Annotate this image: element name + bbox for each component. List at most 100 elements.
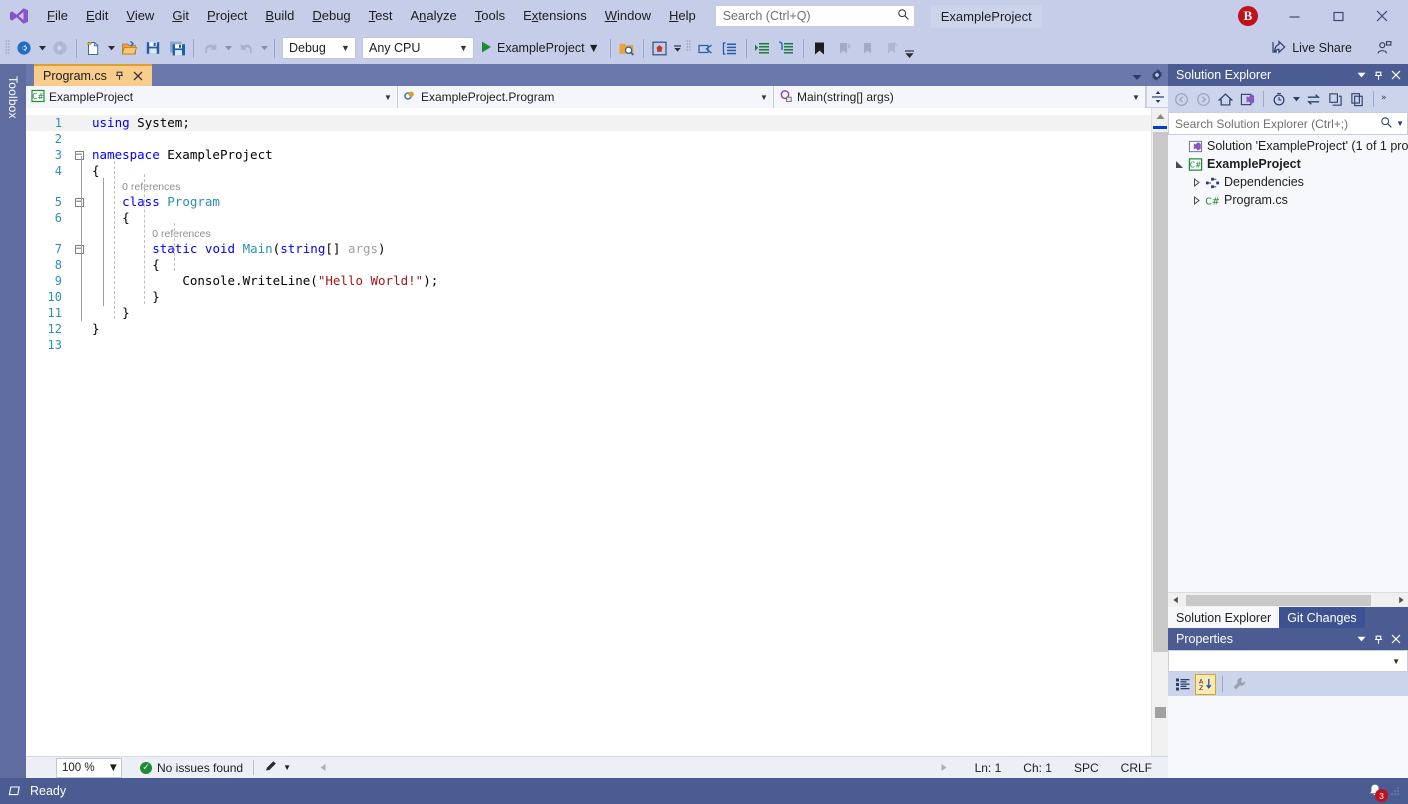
code-line[interactable]: 7−static void Main(string[] args) <box>26 241 1151 257</box>
properties-object-combo[interactable]: ▼ <box>1168 650 1408 672</box>
menu-item-debug[interactable]: Debug <box>303 4 359 28</box>
window-maximize-button[interactable] <box>1316 1 1360 31</box>
live-share-button[interactable]: Live Share <box>1265 36 1358 60</box>
scrollbar-thumb[interactable] <box>1186 595 1371 606</box>
indentation-mode-indicator[interactable]: SPC <box>1063 761 1110 775</box>
tree-item[interactable]: Dependencies <box>1168 173 1408 191</box>
menu-item-edit[interactable]: Edit <box>77 4 117 28</box>
pin-icon[interactable] <box>1370 66 1387 84</box>
fold-box[interactable]: − <box>75 151 84 160</box>
properties-grid[interactable] <box>1168 696 1408 778</box>
code-text-area[interactable]: 1using System;23−namespace ExampleProjec… <box>26 108 1151 756</box>
menu-item-file[interactable]: File <box>38 4 77 28</box>
navigate-back-icon[interactable] <box>12 36 36 60</box>
code-line[interactable]: 3−namespace ExampleProject <box>26 147 1151 163</box>
code-line[interactable]: 2 <box>26 131 1151 147</box>
pin-icon[interactable] <box>113 69 126 84</box>
toolbar-overflow-icon[interactable] <box>904 49 916 64</box>
solution-explorer-search-input[interactable]: Search Solution Explorer (Ctrl+;) ▼ <box>1168 112 1408 135</box>
save-icon[interactable] <box>141 36 165 60</box>
home-icon[interactable] <box>1215 89 1236 110</box>
window-minimize-button[interactable] <box>1272 1 1316 31</box>
scrollbar-thumb[interactable] <box>1153 132 1168 652</box>
property-pages-wrench-icon[interactable] <box>1229 674 1250 695</box>
decrease-indent-icon[interactable] <box>775 36 799 60</box>
code-line[interactable]: 4{ <box>26 163 1151 179</box>
tree-item[interactable]: Solution 'ExampleProject' (1 of 1 proj <box>1168 137 1408 155</box>
solution-explorer-home-icon[interactable] <box>648 36 672 60</box>
save-all-icon[interactable] <box>165 36 189 60</box>
menu-item-help[interactable]: Help <box>660 4 705 28</box>
tree-item[interactable]: C#Program.cs <box>1168 191 1408 209</box>
scroll-right-icon[interactable] <box>1393 593 1408 608</box>
pin-icon[interactable] <box>1370 630 1387 648</box>
menu-item-extensions[interactable]: Extensions <box>514 4 596 28</box>
close-icon[interactable] <box>1387 630 1404 648</box>
codelens-references[interactable]: 0 references <box>26 179 1151 194</box>
toggle-bookmark-icon[interactable] <box>808 36 832 60</box>
overflow-icon[interactable]: » <box>1379 89 1391 110</box>
navigate-back-dropdown[interactable] <box>36 46 48 51</box>
redo-icon[interactable] <box>234 36 258 60</box>
navigate-forward-icon[interactable] <box>48 36 72 60</box>
code-line[interactable]: 1using System; <box>26 115 1151 131</box>
find-in-files-icon[interactable] <box>615 36 639 60</box>
solution-configuration-combo[interactable]: Debug ▼ <box>282 37 356 59</box>
navbar-type-dropdown[interactable]: ExampleProject.Program ▼ <box>398 86 774 108</box>
split-view-icon[interactable] <box>1146 86 1168 107</box>
chevron-down-icon[interactable] <box>1353 66 1370 84</box>
start-debug-button[interactable]: ExampleProject ▼ <box>477 36 606 60</box>
undo-dropdown[interactable] <box>222 46 234 51</box>
scroll-right-icon[interactable] <box>939 761 948 775</box>
send-feedback-icon[interactable] <box>1372 36 1396 60</box>
navbar-member-dropdown[interactable]: Main(string[] args) ▼ <box>774 86 1146 108</box>
toolbar-grip[interactable] <box>684 38 694 58</box>
document-tab-program-cs[interactable]: Program.cs <box>34 64 152 86</box>
alphabetical-sort-icon[interactable]: A Z <box>1195 674 1216 695</box>
gear-icon[interactable] <box>1150 68 1164 85</box>
scroll-left-icon[interactable] <box>319 761 328 775</box>
codelens-references[interactable]: 0 references <box>26 226 1151 241</box>
new-file-icon[interactable] <box>81 36 105 60</box>
editor-vertical-scrollbar[interactable] <box>1151 108 1168 756</box>
fold-collapse-icon[interactable]: − <box>70 245 88 254</box>
categorized-view-icon[interactable] <box>1172 674 1193 695</box>
menu-item-git[interactable]: Git <box>163 4 198 28</box>
close-icon[interactable] <box>132 69 145 84</box>
sync-with-active-document-icon[interactable] <box>1303 89 1324 110</box>
fold-box[interactable]: − <box>75 245 84 254</box>
menu-item-tools[interactable]: Tools <box>466 4 514 28</box>
chevron-down-icon[interactable] <box>1132 70 1142 84</box>
solution-explorer-home-dropdown[interactable] <box>672 43 684 53</box>
scrollbar-track[interactable] <box>1183 593 1393 608</box>
fold-box[interactable]: − <box>75 198 84 207</box>
menu-item-analyze[interactable]: Analyze <box>402 4 466 28</box>
expander-collapsed-icon[interactable] <box>1189 196 1203 205</box>
code-line[interactable]: 11} <box>26 305 1151 321</box>
next-bookmark-icon[interactable] <box>856 36 880 60</box>
clear-bookmarks-icon[interactable] <box>880 36 904 60</box>
resize-grip-icon[interactable] <box>1388 784 1402 798</box>
fold-collapse-icon[interactable]: − <box>70 151 88 160</box>
menu-item-build[interactable]: Build <box>256 4 303 28</box>
collapse-to-definitions-icon[interactable] <box>694 36 718 60</box>
code-line[interactable]: 8{ <box>26 257 1151 273</box>
new-file-dropdown[interactable] <box>105 46 117 51</box>
show-all-files-icon[interactable] <box>1347 89 1368 110</box>
collapse-all-icon[interactable] <box>1325 89 1346 110</box>
search-options-dropdown[interactable]: ▼ <box>1393 119 1404 128</box>
open-file-icon[interactable] <box>117 36 141 60</box>
code-line[interactable]: 13 <box>26 337 1151 353</box>
toolbox-rail[interactable]: Toolbox <box>0 64 26 778</box>
dock-tab-git-changes[interactable]: Git Changes <box>1279 607 1364 628</box>
code-line[interactable]: 5−class Program <box>26 194 1151 210</box>
dock-tab-solution-explorer[interactable]: Solution Explorer <box>1168 607 1279 628</box>
menu-item-project[interactable]: Project <box>198 4 256 28</box>
toolbar-grip[interactable] <box>2 38 12 58</box>
scroll-left-icon[interactable] <box>1168 593 1183 608</box>
navbar-project-dropdown[interactable]: C# ExampleProject ▼ <box>26 86 398 108</box>
window-close-button[interactable] <box>1360 1 1404 31</box>
account-avatar[interactable]: B <box>1238 6 1258 26</box>
redo-dropdown[interactable] <box>258 46 270 51</box>
global-search-input[interactable]: Search (Ctrl+Q) <box>715 5 915 27</box>
